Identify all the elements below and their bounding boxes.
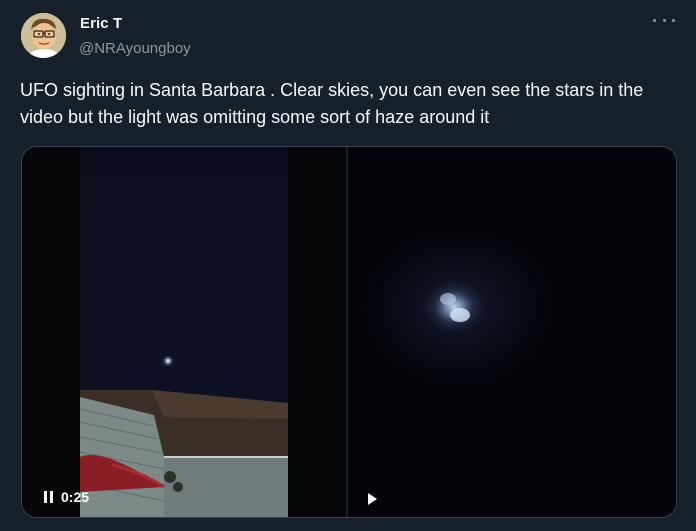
video-right-frame xyxy=(348,147,676,517)
pause-icon[interactable] xyxy=(44,491,53,503)
video-right-overlay xyxy=(368,493,377,505)
video-left-overlay: 0:25 xyxy=(44,489,89,505)
avatar[interactable] xyxy=(21,13,66,58)
video-left[interactable]: 0:25 xyxy=(22,147,346,517)
author-name[interactable]: Eric T xyxy=(80,15,122,32)
video-left-frame xyxy=(22,147,346,517)
media-container: 0:25 xyxy=(21,146,677,518)
video-right[interactable] xyxy=(348,147,676,517)
tweet-text: UFO sighting in Santa Barbara . Clear sk… xyxy=(20,80,644,127)
author-handle[interactable]: @NRAyoungboy xyxy=(79,40,191,57)
cartoon-avatar-icon xyxy=(21,13,66,58)
more-options-icon[interactable] xyxy=(653,14,675,26)
tweet[interactable]: Eric T @NRAyoungboy UFO sighting in Sant… xyxy=(0,0,696,531)
play-icon[interactable] xyxy=(368,493,377,505)
video-timestamp: 0:25 xyxy=(61,489,90,505)
